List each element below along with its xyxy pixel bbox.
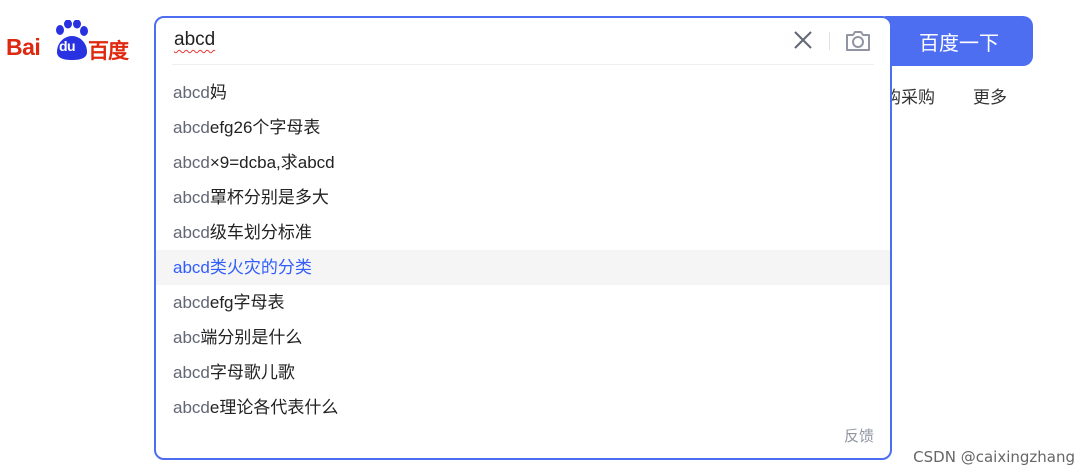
search-panel: abcd abcd妈 abcdefg26个字母表 abcd×9=dcba,求abcd… <box>154 16 892 460</box>
suggestion-prefix: abcd <box>173 258 210 277</box>
search-input[interactable]: abcd <box>174 29 215 51</box>
suggestion-text: 罩杯分别是多大 <box>209 188 329 207</box>
suggestion-prefix: abcd <box>173 153 210 172</box>
camera-icon[interactable] <box>844 27 872 53</box>
suggestion-item[interactable]: abcd罩杯分别是多大 <box>156 180 890 215</box>
logo-text-cn: 百度 <box>88 39 129 63</box>
suggestion-item[interactable]: abcdefg26个字母表 <box>156 110 890 145</box>
suggestion-item[interactable]: abcdefg字母表 <box>156 285 890 320</box>
suggestion-text: 类火灾的分类 <box>209 258 312 277</box>
suggestion-text: ×9=dcba,求abcd <box>209 153 335 172</box>
suggestion-text: 妈 <box>209 83 227 102</box>
input-separator <box>829 32 830 50</box>
suggestion-item[interactable]: abc端分别是什么 <box>156 320 890 355</box>
suggestion-prefix: abcd <box>173 293 210 312</box>
suggestion-item[interactable]: abcd×9=dcba,求abcd <box>156 145 890 180</box>
suggestion-text: efg26个字母表 <box>209 118 321 137</box>
suggestion-text: efg字母表 <box>209 293 285 312</box>
suggestion-text: 级车划分标准 <box>209 223 312 242</box>
nav-more-link[interactable]: 更多 <box>973 83 1007 108</box>
input-divider <box>172 64 874 65</box>
suggestion-list: abcd妈 abcdefg26个字母表 abcd×9=dcba,求abcd abcd罩… <box>156 75 890 425</box>
feedback-link[interactable]: 反馈 <box>844 425 874 446</box>
watermark: CSDN @caixingzhang <box>913 448 1075 466</box>
logo-text-bai: Bai <box>6 34 41 60</box>
suggestion-prefix: abcd <box>173 118 210 137</box>
suggestion-text: e理论各代表什么 <box>209 398 339 417</box>
baidu-logo[interactable]: Bai du 百度 <box>6 20 136 64</box>
suggestion-item[interactable]: abcde理论各代表什么 <box>156 390 890 425</box>
suggestion-prefix: abcd <box>173 363 210 382</box>
suggestion-prefix: abc <box>173 328 201 347</box>
suggestion-text: 字母歌儿歌 <box>209 363 295 382</box>
suggestion-prefix: abcd <box>173 223 210 242</box>
suggestion-prefix: abcd <box>173 398 210 417</box>
suggestion-prefix: abcd <box>173 83 210 102</box>
suggestion-text: 端分别是什么 <box>200 328 303 347</box>
suggestion-prefix: abcd <box>173 188 210 207</box>
suggestion-item[interactable]: abcd类火灾的分类 <box>156 250 890 285</box>
suggestion-item[interactable]: abcd妈 <box>156 75 890 110</box>
logo-text-du: du <box>58 38 76 54</box>
suggestion-item[interactable]: abcd字母歌儿歌 <box>156 355 890 390</box>
search-button[interactable]: 百度一下 <box>885 16 1033 66</box>
suggestion-item[interactable]: abcd级车划分标准 <box>156 215 890 250</box>
close-icon[interactable] <box>792 29 814 51</box>
